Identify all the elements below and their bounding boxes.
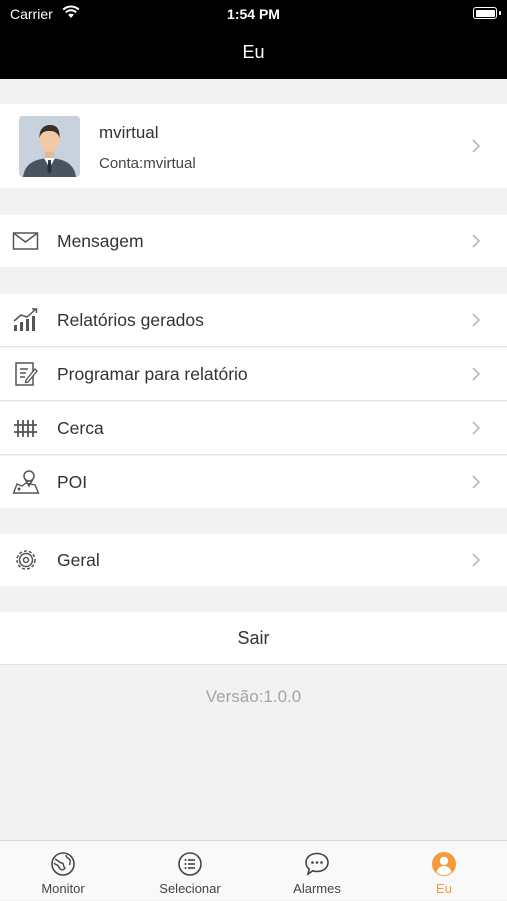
menu-item-label: Relatórios gerados <box>57 310 204 330</box>
page-title: Eu <box>242 42 265 62</box>
tab-label: Eu <box>436 881 452 896</box>
nav-bar: Eu <box>0 28 507 79</box>
logout-label: Sair <box>237 628 270 648</box>
chevron-right-icon <box>472 313 481 327</box>
tab-bar: Monitor Selecionar Alarmes Eu <box>0 840 507 900</box>
tab-label: Monitor <box>41 881 85 896</box>
chevron-right-icon <box>472 421 481 435</box>
chat-icon <box>305 852 329 876</box>
envelope-icon <box>12 232 39 250</box>
chevron-right-icon <box>472 367 481 381</box>
app-version: Versão:1.0.0 <box>205 687 302 706</box>
menu-item-label: Mensagem <box>57 231 144 251</box>
chart-growth-icon <box>13 308 38 331</box>
profile-name: mvirtual <box>99 123 159 142</box>
list-icon <box>178 852 202 876</box>
chevron-right-icon <box>472 139 481 153</box>
gear-icon <box>16 550 36 570</box>
menu-item-fence[interactable]: Cerca <box>0 402 507 454</box>
menu-item-label: Programar para relatório <box>57 364 248 384</box>
divider <box>0 400 507 401</box>
battery-tip <box>499 11 501 15</box>
profile-card[interactable]: mvirtual Conta:mvirtual <box>0 104 507 188</box>
menu-item-general[interactable]: Geral <box>0 534 507 586</box>
chevron-right-icon <box>472 553 481 567</box>
globe-icon <box>51 852 75 876</box>
avatar-person-icon <box>19 116 80 177</box>
tab-label: Selecionar <box>159 881 221 896</box>
battery-icon <box>473 7 497 19</box>
divider <box>0 346 507 347</box>
menu-item-label: Geral <box>57 550 100 570</box>
divider <box>0 454 507 455</box>
menu-item-label: Cerca <box>57 418 104 438</box>
menu-item-poi[interactable]: POI <box>0 456 507 508</box>
chevron-right-icon <box>472 234 481 248</box>
logout-button[interactable]: Sair <box>0 612 507 665</box>
tab-label: Alarmes <box>293 881 341 896</box>
clock: 1:54 PM <box>227 6 280 22</box>
fence-icon <box>14 420 37 437</box>
avatar <box>19 116 80 177</box>
chevron-right-icon <box>472 475 481 489</box>
menu-item-reports[interactable]: Relatórios gerados <box>0 294 507 346</box>
tab-monitor[interactable]: Monitor <box>0 841 126 901</box>
menu-item-schedule-report[interactable]: Programar para relatório <box>0 348 507 400</box>
tab-me[interactable]: Eu <box>381 841 507 901</box>
map-pin-icon <box>12 470 40 494</box>
menu-item-label: POI <box>57 472 88 492</box>
tab-alarms[interactable]: Alarmes <box>254 841 380 901</box>
document-edit-icon <box>15 362 38 386</box>
profile-account: Conta:mvirtual <box>99 155 196 172</box>
person-icon <box>432 852 456 876</box>
tab-select[interactable]: Selecionar <box>127 841 253 901</box>
status-bar: Carrier 1:54 PM <box>0 0 507 28</box>
menu-item-message[interactable]: Mensagem <box>0 215 507 267</box>
